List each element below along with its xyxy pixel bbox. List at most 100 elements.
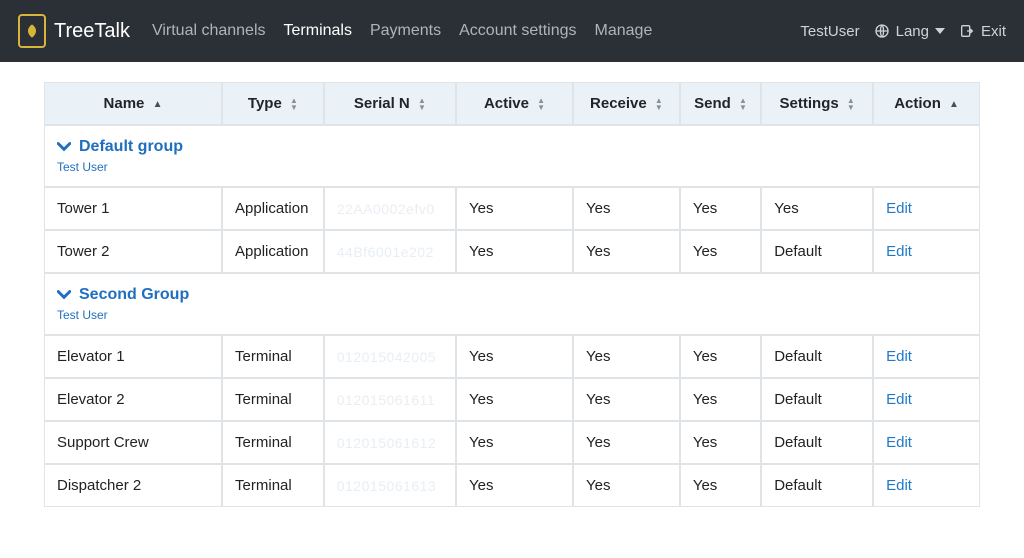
col-receive-label: Receive: [590, 95, 647, 112]
cell-active: Yes: [456, 230, 573, 273]
cell-receive: Yes: [573, 378, 680, 421]
table-row: Tower 2 Application 44Bf6001e202 Yes Yes…: [44, 230, 980, 273]
table-row: Elevator 1 Terminal 012015042005 Yes Yes…: [44, 335, 980, 378]
col-action[interactable]: Action ▲: [873, 82, 980, 125]
nav-payments[interactable]: Payments: [370, 22, 441, 40]
cell-serial: 012015061612: [324, 421, 456, 464]
cell-name: Support Crew: [44, 421, 222, 464]
col-settings-label: Settings: [780, 95, 839, 112]
lang-dropdown[interactable]: Lang: [874, 23, 945, 40]
cell-serial: 44Bf6001e202: [324, 230, 456, 273]
user-label[interactable]: TestUser: [800, 23, 859, 40]
nav-terminals[interactable]: Terminals: [284, 22, 352, 40]
sort-asc-icon: ▲: [949, 99, 959, 110]
cell-serial: 012015042005: [324, 335, 456, 378]
cell-type: Terminal: [222, 464, 324, 507]
cell-receive: Yes: [573, 464, 680, 507]
sort-icon: ▲▼: [290, 97, 298, 111]
edit-link[interactable]: Edit: [886, 434, 912, 451]
caret-down-icon: [935, 28, 945, 34]
col-serial[interactable]: Serial N ▲▼: [324, 82, 456, 125]
cell-name: Tower 1: [44, 187, 222, 230]
col-settings[interactable]: Settings ▲▼: [761, 82, 873, 125]
group-row: Second Group Test User: [44, 273, 980, 335]
cell-send: Yes: [680, 187, 761, 230]
chevron-down-icon: [57, 140, 71, 154]
table-row: Tower 1 Application 22AA0002efv0 Yes Yes…: [44, 187, 980, 230]
cell-active: Yes: [456, 378, 573, 421]
cell-send: Yes: [680, 464, 761, 507]
edit-link[interactable]: Edit: [886, 477, 912, 494]
col-name[interactable]: Name ▲: [44, 82, 222, 125]
table-row: Support Crew Terminal 012015061612 Yes Y…: [44, 421, 980, 464]
col-type[interactable]: Type ▲▼: [222, 82, 324, 125]
nav-manage[interactable]: Manage: [595, 22, 653, 40]
cell-name: Elevator 2: [44, 378, 222, 421]
exit-label: Exit: [981, 23, 1006, 40]
exit-icon: [959, 23, 975, 39]
cell-name: Elevator 1: [44, 335, 222, 378]
cell-send: Yes: [680, 378, 761, 421]
table-row: Dispatcher 2 Terminal 012015061613 Yes Y…: [44, 464, 980, 507]
globe-icon: [874, 23, 890, 39]
cell-settings: Default: [761, 335, 873, 378]
cell-settings: Default: [761, 230, 873, 273]
cell-type: Terminal: [222, 378, 324, 421]
exit-button[interactable]: Exit: [959, 23, 1006, 40]
nav-links: Virtual channels Terminals Payments Acco…: [152, 22, 652, 40]
nav-account-settings[interactable]: Account settings: [459, 22, 576, 40]
col-active[interactable]: Active ▲▼: [456, 82, 573, 125]
col-active-label: Active: [484, 95, 529, 112]
cell-active: Yes: [456, 421, 573, 464]
cell-settings: Yes: [761, 187, 873, 230]
edit-link[interactable]: Edit: [886, 391, 912, 408]
cell-send: Yes: [680, 421, 761, 464]
table-header: Name ▲ Type ▲▼ Serial N ▲▼ Active ▲▼ Rec…: [44, 82, 980, 125]
cell-receive: Yes: [573, 230, 680, 273]
sort-asc-icon: ▲: [153, 99, 163, 110]
edit-link[interactable]: Edit: [886, 200, 912, 217]
group-title-text: Second Group: [79, 286, 189, 304]
sort-icon: ▲▼: [739, 97, 747, 111]
cell-settings: Default: [761, 464, 873, 507]
cell-receive: Yes: [573, 335, 680, 378]
cell-send: Yes: [680, 230, 761, 273]
group-row: Default group Test User: [44, 125, 980, 187]
group-toggle[interactable]: Default group: [57, 138, 967, 156]
brand[interactable]: TreeTalk: [18, 14, 130, 48]
group-toggle[interactable]: Second Group: [57, 286, 967, 304]
col-send[interactable]: Send ▲▼: [680, 82, 761, 125]
col-name-label: Name: [104, 95, 145, 112]
sort-icon: ▲▼: [655, 97, 663, 111]
cell-settings: Default: [761, 421, 873, 464]
nav-virtual-channels[interactable]: Virtual channels: [152, 22, 266, 40]
cell-serial: 012015061611: [324, 378, 456, 421]
group-sub-text: Test User: [57, 308, 967, 322]
sort-icon: ▲▼: [537, 97, 545, 111]
edit-link[interactable]: Edit: [886, 243, 912, 260]
col-receive[interactable]: Receive ▲▼: [573, 82, 680, 125]
col-type-label: Type: [248, 95, 282, 112]
table-row: Elevator 2 Terminal 012015061611 Yes Yes…: [44, 378, 980, 421]
cell-name: Dispatcher 2: [44, 464, 222, 507]
cell-receive: Yes: [573, 421, 680, 464]
chevron-down-icon: [57, 288, 71, 302]
nav-right: TestUser Lang Exit: [800, 23, 1006, 40]
brand-logo-icon: [18, 14, 46, 48]
col-serial-label: Serial N: [354, 95, 410, 112]
content: Name ▲ Type ▲▼ Serial N ▲▼ Active ▲▼ Rec…: [0, 62, 1024, 507]
lang-label: Lang: [896, 23, 929, 40]
cell-name: Tower 2: [44, 230, 222, 273]
sort-icon: ▲▼: [847, 97, 855, 111]
cell-serial: 012015061613: [324, 464, 456, 507]
cell-type: Terminal: [222, 421, 324, 464]
col-action-label: Action: [894, 95, 941, 112]
leaf-icon: [24, 21, 40, 41]
terminals-table: Name ▲ Type ▲▼ Serial N ▲▼ Active ▲▼ Rec…: [44, 82, 980, 507]
group-sub-text: Test User: [57, 160, 967, 174]
cell-active: Yes: [456, 187, 573, 230]
brand-name: TreeTalk: [54, 20, 130, 43]
edit-link[interactable]: Edit: [886, 348, 912, 365]
cell-serial: 22AA0002efv0: [324, 187, 456, 230]
cell-type: Application: [222, 230, 324, 273]
